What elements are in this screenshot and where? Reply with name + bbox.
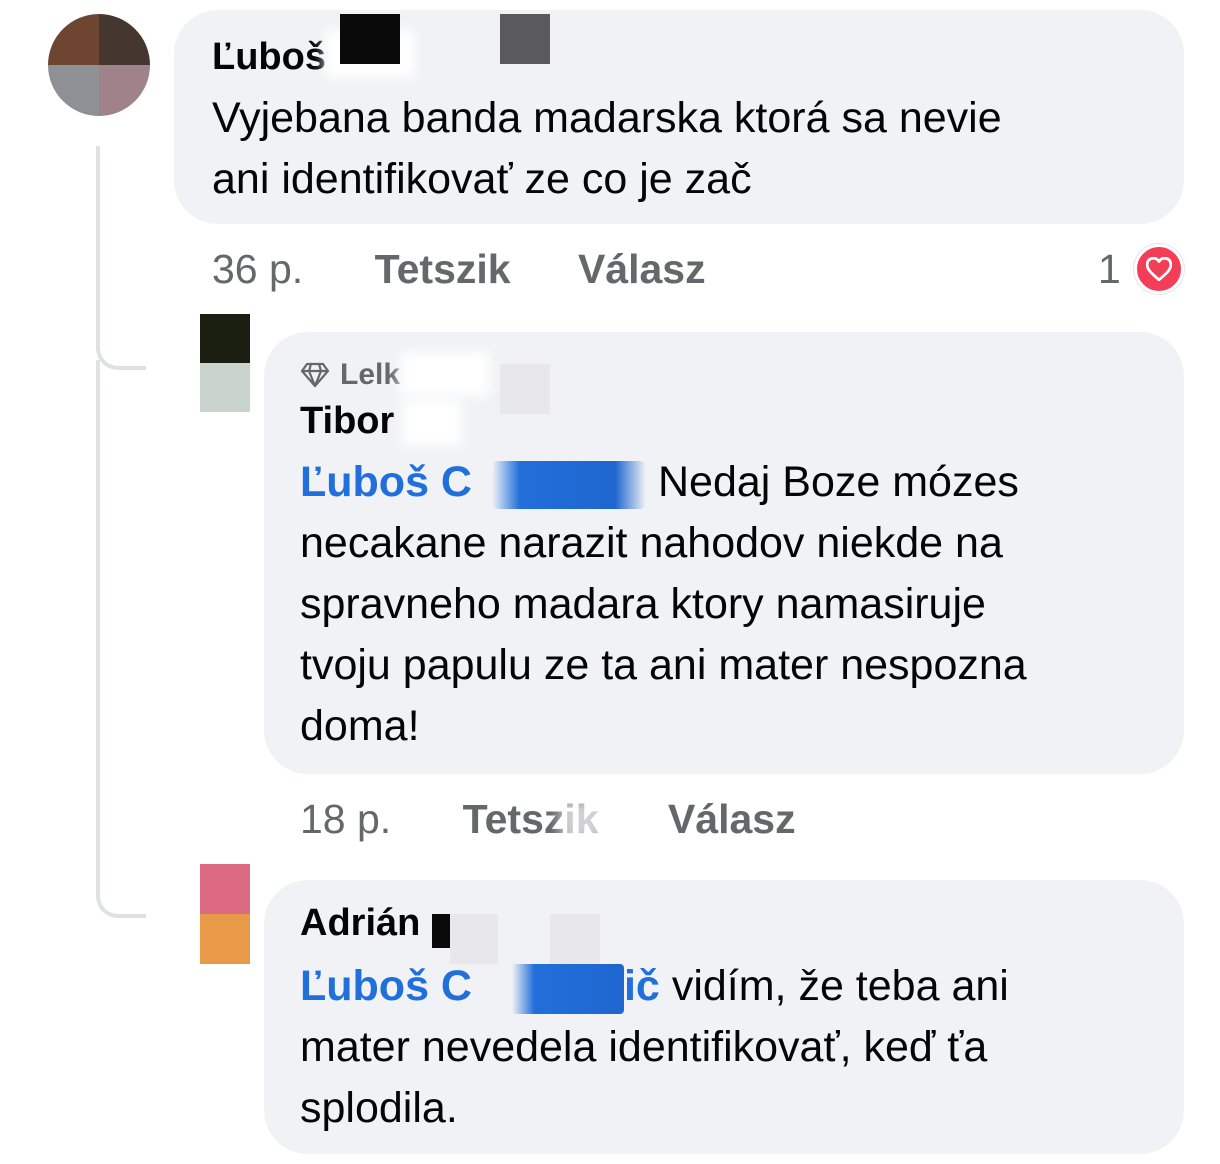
name-redaction-blur <box>402 400 462 446</box>
comment-text-line: Vyjebana banda madarska ktorá sa nevie <box>212 94 1002 142</box>
reply-text-line: Ľuboš C Nedaj Boze mózes <box>300 452 1170 513</box>
reply-author-name[interactable]: Tibor <box>300 400 394 443</box>
reply-text-line: Ľuboš C ič vidím, že teba ani <box>300 956 1170 1017</box>
reply-button[interactable]: Válasz <box>668 796 796 842</box>
reply-text-line: tvoju papulu ze ta ani mater nespozna <box>300 641 1027 689</box>
heart-shape <box>1146 257 1172 281</box>
mention-redaction <box>491 460 646 509</box>
mention-link[interactable]: Ľuboš C <box>300 962 472 1010</box>
reply-text-start: Nedaj Boze mózes <box>657 458 1019 506</box>
name-redaction-block <box>432 914 452 948</box>
reply-text-line: splodila. <box>300 1084 458 1132</box>
reply-text-line: necakane narazit nahodov niekde na <box>300 519 1003 567</box>
mention-link-end[interactable]: ič <box>624 962 660 1010</box>
badge-label: Lelk <box>340 358 401 391</box>
reaction-count[interactable]: 1 <box>1098 246 1121 293</box>
comment-author-name[interactable]: Ľuboš <box>212 36 326 79</box>
reply-text: Ľuboš C Nedaj Boze mózes necakane narazit… <box>300 452 1170 757</box>
name-redaction-block <box>500 14 550 64</box>
top-fan-badge[interactable]: Lelk <box>300 358 400 392</box>
comment-actions: 36 p. Tetszik Válasz <box>212 246 706 293</box>
reply-text-line: doma! <box>300 702 420 750</box>
mention-redaction <box>511 963 624 1014</box>
comment-text-line: ani identifikovať ze co je zač <box>212 155 752 203</box>
name-redaction-block <box>340 14 400 64</box>
reply-text-start: vidím, že teba ani <box>671 962 1009 1010</box>
action-redaction-blur <box>560 800 630 840</box>
avatar[interactable] <box>200 314 250 412</box>
avatar[interactable] <box>200 864 250 964</box>
thread-connector-line-2 <box>96 360 146 918</box>
reply-text: Ľuboš C ič vidím, že teba ani mater neved… <box>300 956 1170 1139</box>
reply-button[interactable]: Válasz <box>578 246 706 292</box>
reply-actions: 18 p. Tetszik Válasz <box>300 796 796 843</box>
reply-timestamp[interactable]: 18 p. <box>300 796 391 842</box>
mention-link[interactable]: Ľuboš C <box>300 458 472 506</box>
reply-text-line: mater nevedela identifikovať, keď ťa <box>300 1023 988 1071</box>
comment-text: Vyjebana banda madarska ktorá sa nevie a… <box>212 88 1162 210</box>
reply-text-line: spravneho madara ktory namasiruje <box>300 580 986 628</box>
heart-icon[interactable] <box>1134 244 1184 294</box>
like-button[interactable]: Tetszik <box>375 246 511 292</box>
name-redaction-block <box>500 364 550 414</box>
badge-redaction-blur <box>400 352 490 396</box>
reply-author-name[interactable]: Adrián <box>300 902 420 945</box>
diamond-icon <box>300 362 330 388</box>
thread-connector-line-1 <box>96 146 146 370</box>
comment-timestamp[interactable]: 36 p. <box>212 246 303 292</box>
avatar[interactable] <box>48 14 150 116</box>
